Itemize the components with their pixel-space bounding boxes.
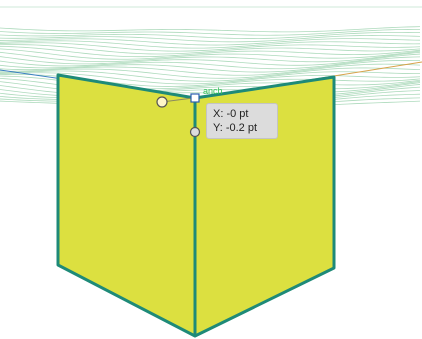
artwork-layer[interactable]	[0, 0, 422, 339]
artboard-canvas[interactable]: anch X: -0 pt Y: -0.2 pt	[0, 0, 422, 339]
circle-handle-icon[interactable]	[189, 126, 201, 138]
square-anchor-icon[interactable]	[190, 93, 200, 103]
readout-x: X: -0 pt	[213, 108, 249, 120]
coordinate-readout: X: -0 pt Y: -0.2 pt	[206, 103, 278, 139]
readout-y: Y: -0.2 pt	[213, 122, 258, 134]
smart-guide-label: anch	[203, 86, 223, 96]
circle-handle-icon[interactable]	[156, 96, 168, 108]
